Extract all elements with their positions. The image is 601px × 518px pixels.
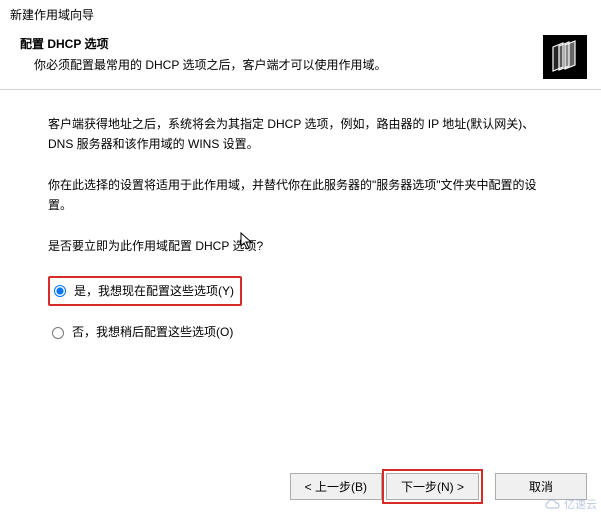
- cancel-button[interactable]: 取消: [495, 473, 587, 500]
- radio-option-yes[interactable]: 是，我想现在配置这些选项(Y): [48, 276, 242, 306]
- wizard-icon: [543, 35, 587, 79]
- description-para-1: 客户端获得地址之后，系统将会为其指定 DHCP 选项，例如，路由器的 IP 地址…: [48, 114, 551, 155]
- question-text: 是否要立即为此作用域配置 DHCP 选项?: [48, 236, 551, 256]
- window-title: 新建作用域向导: [0, 0, 601, 27]
- header-text-block: 配置 DHCP 选项 你必须配置最常用的 DHCP 选项之后，客户端才可以使用作…: [20, 35, 535, 73]
- radio-no-label: 否，我想稍后配置这些选项(O): [72, 322, 233, 342]
- wizard-content: 客户端获得地址之后，系统将会为其指定 DHCP 选项，例如，路由器的 IP 地址…: [0, 90, 601, 369]
- back-button[interactable]: < 上一步(B): [290, 473, 382, 500]
- radio-no-input[interactable]: [52, 327, 64, 339]
- page-title: 配置 DHCP 选项: [20, 35, 535, 52]
- description-para-2: 你在此选择的设置将适用于此作用域，并替代你在此服务器的"服务器选项"文件夹中配置…: [48, 175, 551, 216]
- page-subtitle: 你必须配置最常用的 DHCP 选项之后，客户端才可以使用作用域。: [20, 56, 535, 73]
- wizard-footer: < 上一步(B) 下一步(N) > 取消: [0, 473, 601, 500]
- radio-yes-label: 是，我想现在配置这些选项(Y): [74, 281, 234, 301]
- radio-option-no[interactable]: 否，我想稍后配置这些选项(O): [48, 320, 237, 344]
- wizard-header: 配置 DHCP 选项 你必须配置最常用的 DHCP 选项之后，客户端才可以使用作…: [0, 27, 601, 90]
- radio-yes-input[interactable]: [54, 285, 66, 297]
- options-radio-group: 是，我想现在配置这些选项(Y) 否，我想稍后配置这些选项(O): [48, 276, 551, 345]
- next-button[interactable]: 下一步(N) >: [386, 473, 479, 500]
